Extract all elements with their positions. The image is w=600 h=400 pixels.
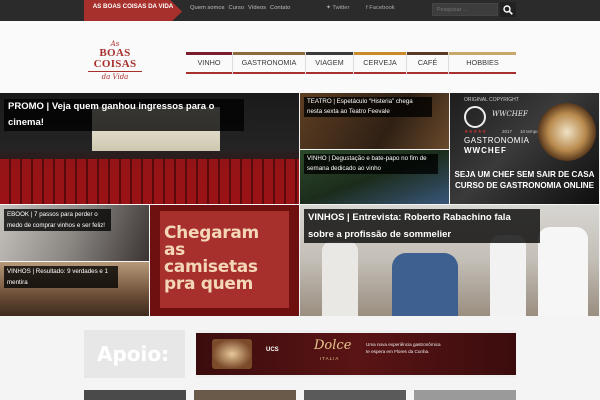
chef-rating-stars: ★★★★★ (464, 129, 487, 135)
chef-dish-image (538, 103, 596, 161)
nav-color-bar (233, 52, 305, 55)
tile-caption: VINHOS | Resultado: 9 verdades e 1 menti… (4, 266, 118, 288)
facebook-link[interactable]: f Facebook (366, 5, 395, 11)
sponsor-banner-image: UCS Dolce ITALIA Uma nova experiência ga… (196, 333, 516, 375)
tile-teatro[interactable]: TEATRO | Espetáculo “Histeria” chega nes… (300, 93, 449, 149)
nav-color-bar (186, 52, 232, 55)
nav-color-bar (449, 52, 516, 55)
search-input[interactable] (432, 3, 498, 16)
sponsor-dolce-logo: Dolce (314, 338, 352, 353)
camisetas-text: Chegaram as camisetas pra quem (164, 223, 259, 294)
apoio-label: Apoio: (97, 342, 170, 366)
top-link-videos[interactable]: Vídeos (248, 5, 266, 11)
top-links: Quem somos Curso Vídeos Contato (190, 5, 290, 11)
nav-label: CAFÉ (417, 58, 438, 67)
sponsor-banner[interactable]: UCS Dolce ITALIA Uma nova experiência ga… (196, 330, 516, 378)
twitter-label: Twitter (332, 5, 350, 11)
nav-label: HOBBIES (466, 58, 499, 67)
apoio-label-box: Apoio: (84, 330, 185, 378)
chef-brand-logo: WWCHEF (464, 146, 507, 155)
person-image (490, 235, 526, 316)
chef-logo-icon (464, 106, 486, 128)
logo-line-2: BOAS COISAS (93, 47, 137, 70)
chef-original-label: ORIGINAL COPYRIGHT (464, 97, 519, 103)
nav-label: VINHO (197, 58, 221, 67)
thumbnail[interactable] (194, 390, 296, 400)
sponsor-food-image (212, 339, 252, 369)
logo-line-3: da Vida (101, 73, 129, 81)
twitter-link[interactable]: ✦ Twitter (326, 5, 349, 11)
tile-camisetas[interactable]: Chegaram as camisetas pra quem (150, 205, 299, 316)
nav-item-cerveja[interactable]: CERVEJA (354, 52, 407, 74)
thumbnail[interactable] (304, 390, 406, 400)
chef-year: 2017 (502, 129, 513, 134)
nav-label: VIAGEM (315, 58, 344, 67)
tile-caption: VINHO | Degustação e bate-papo no fim de… (304, 154, 438, 174)
logo-rule (88, 71, 142, 72)
top-bar: AS BOAS COISAS DA VIDA Quem somos Curso … (0, 0, 600, 23)
top-link-contato[interactable]: Contato (270, 5, 290, 11)
tile-caption: VINHOS | Entrevista: Roberto Rabachino f… (304, 209, 540, 243)
person-image (322, 241, 358, 316)
nav-label: CERVEJA (363, 58, 397, 67)
tile-ebook[interactable]: EBOOK | 7 passos para perder o medo de c… (0, 205, 149, 261)
chef-brand: GASTRONOMIA (464, 136, 530, 145)
top-link-curso[interactable]: Curso (228, 5, 243, 11)
site-logo[interactable]: As BOAS COISAS da Vida (84, 41, 146, 81)
thumbnail[interactable] (84, 390, 186, 400)
nav-item-viagem[interactable]: VIAGEM (306, 52, 354, 74)
tile-caption: TEATRO | Espetáculo “Histeria” chega nes… (304, 97, 432, 117)
tile-caption: PROMO | Veja quem ganhou ingressos para … (4, 99, 244, 131)
search-button[interactable] (500, 2, 516, 17)
tile-vinhos-resultado[interactable]: VINHOS | Resultado: 9 verdades e 1 menti… (0, 262, 149, 316)
nav-item-vinho[interactable]: VINHO (186, 52, 233, 74)
nav-item-cafe[interactable]: CAFÉ (407, 52, 449, 74)
thumbnail[interactable] (414, 390, 516, 400)
tile-caption: EBOOK | 7 passos para perder o medo de c… (4, 209, 111, 231)
tile-sommelier[interactable]: VINHOS | Entrevista: Roberto Rabachino f… (300, 205, 599, 316)
sponsor-text: Uma nova experiência gastronômica te esp… (366, 342, 441, 354)
nav-color-bar (306, 52, 353, 55)
top-brand-tab[interactable]: AS BOAS COISAS DA VIDA (84, 0, 182, 23)
person-image (538, 227, 588, 316)
nav-item-gastronomia[interactable]: GASTRONOMIA (233, 52, 306, 74)
chef-caption: SEJA UM CHEF SEM SAIR DE CASA CURSO DE G… (454, 170, 595, 190)
page: AS BOAS COISAS DA VIDA Quem somos Curso … (0, 0, 600, 400)
nav-color-bar (407, 52, 448, 55)
cinema-seats-image (0, 159, 299, 204)
nav-item-hobbies[interactable]: HOBBIES (449, 52, 516, 74)
nav-color-bar (354, 52, 406, 55)
top-link-quem-somos[interactable]: Quem somos (190, 5, 224, 11)
tile-chef-course[interactable]: ORIGINAL COPYRIGHT WWCHEF ★★★★★ 2017 10 … (450, 93, 599, 204)
tile-vinho-degustacao[interactable]: VINHO | Degustação e bate-papo no fim de… (300, 150, 449, 204)
sponsor-ucs-logo: UCS (266, 347, 279, 353)
chef-logo-text: WWCHEF (492, 110, 528, 118)
header: As BOAS COISAS da Vida VINHO GASTRONOMIA… (0, 21, 600, 93)
sponsor-italia-label: ITALIA (320, 356, 340, 361)
nav-label: GASTRONOMIA (241, 58, 297, 67)
person-image (392, 253, 458, 316)
search-icon (503, 5, 513, 15)
main-nav: VINHO GASTRONOMIA VIAGEM CERVEJA CAFÉ HO… (186, 52, 516, 74)
tile-promo-cinema[interactable]: PROMO | Veja quem ganhou ingressos para … (0, 93, 299, 204)
facebook-label: Facebook (369, 5, 395, 11)
